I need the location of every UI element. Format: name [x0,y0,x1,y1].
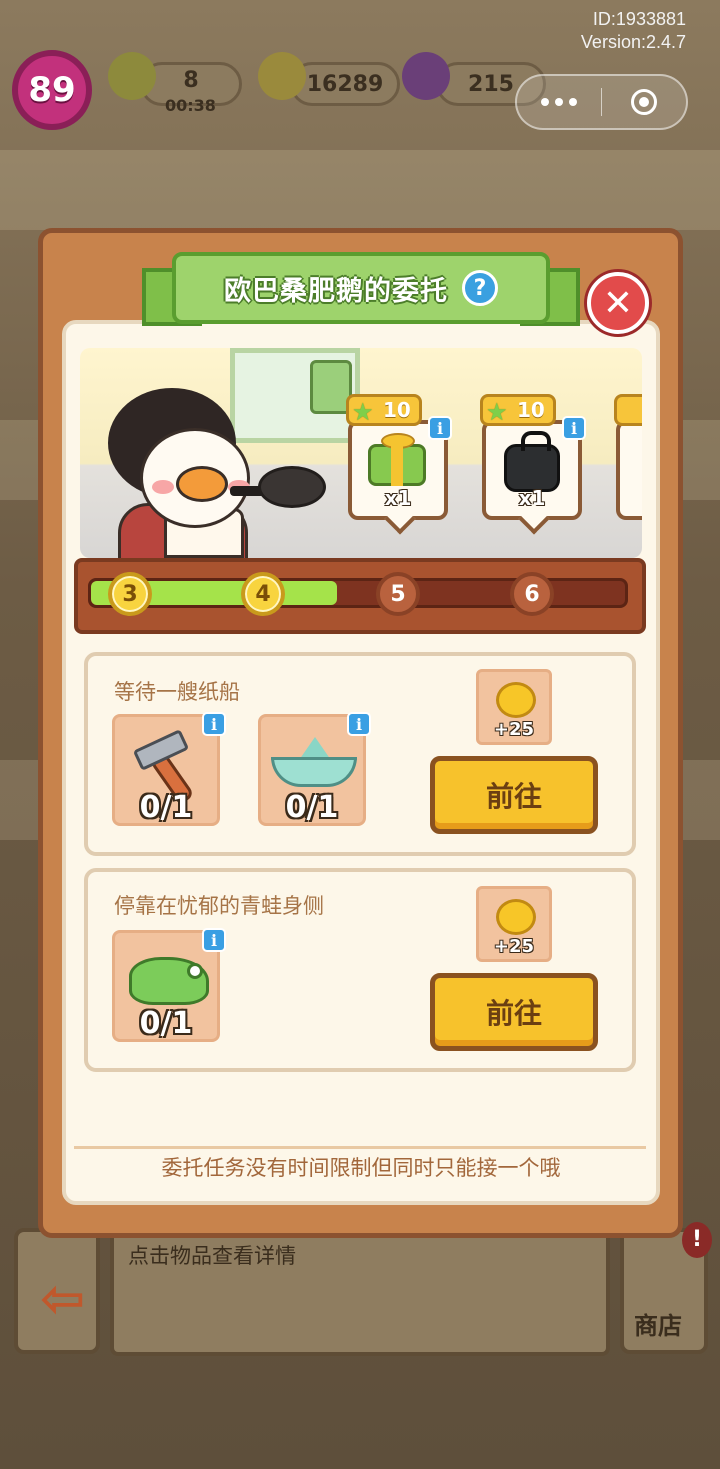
star-icon: ★ [486,398,508,426]
gem-value: 215 [468,71,514,97]
node-label: 4 [255,581,271,607]
item-count: 0/1 [139,1006,193,1041]
energy-timer: 00:38 [165,96,216,115]
help-icon[interactable]: ? [462,270,498,306]
dialog-title: 欧巴桑肥鹅的委托 [224,275,448,307]
reward-star-badge-partial [614,394,642,426]
reward-star-badge: ★ 10 [480,394,556,426]
gift-box-icon [368,433,426,486]
shop-alert-badge: ! [682,1222,712,1258]
player-id: ID:1933881 [592,9,686,29]
reward-stars: 10 [383,398,411,422]
coin-reward: +25 [476,669,552,745]
node-label: 6 [524,581,540,607]
progress-node: 3 [108,572,152,616]
info-icon[interactable]: i [562,416,586,440]
footer-divider [74,1146,646,1149]
close-glyph: ✕ [602,282,634,324]
coin-icon [496,899,536,935]
item-count: 0/1 [285,790,339,825]
gem-icon [402,52,450,100]
target-ring-icon[interactable] [602,76,686,128]
progress-node: 5 [376,572,420,616]
goose-beak [176,466,228,502]
go-button[interactable]: 前往 [430,973,598,1051]
footer-note: 委托任务没有时间限制但同时只能接一个哦 [161,1156,561,1180]
info-icon[interactable]: i [428,416,452,440]
progress-node: 4 [241,572,285,616]
coin-reward-amount: +25 [493,719,535,740]
coin-counter[interactable]: 16289 [290,62,400,106]
handbag-icon [504,431,560,492]
info-icon[interactable]: i [347,712,371,736]
frog-eye [187,963,203,979]
reward-star-badge: ★ 10 [346,394,422,426]
lightning-icon [108,52,156,100]
background-shelf [0,150,720,230]
help-glyph: ? [473,275,487,301]
paper-boat-icon [271,757,357,787]
top-hud: 89 8 00:38 16289 215 ID:1933881 Version:… [0,0,720,140]
reward-card-partial [616,420,642,520]
version-label: Version:2.4.7 [580,32,686,52]
player-level: 89 [28,70,76,110]
node-label: 5 [390,581,406,607]
miniprogram-capsule [515,74,688,130]
item-hint-text: 点击物品查看详情 [128,1244,296,1268]
build-info: ID:1933881 Version:2.4.7 [581,8,686,54]
info-icon[interactable]: i [202,928,226,952]
exit-button[interactable]: ⇦ [14,1228,100,1354]
coin-reward: +25 [476,886,552,962]
coin-value: 16289 [306,71,384,97]
node-label: 3 [122,581,138,607]
close-icon[interactable]: ✕ [587,272,649,334]
coin-icon [496,682,536,718]
more-dots-icon[interactable] [517,76,601,128]
player-level-badge[interactable]: 89 [12,50,92,130]
reward-stars: 10 [517,398,545,422]
progress-node: 6 [510,572,554,616]
task-title: 停靠在忧郁的青蛙身侧 [114,894,324,918]
star-icon: ★ [352,398,374,426]
shop-label: 商店 [634,1312,682,1340]
exit-arrow-icon: ⇦ [40,1267,86,1330]
item-count: 0/1 [139,790,193,825]
info-icon[interactable]: i [202,712,226,736]
coin-reward-amount: +25 [493,936,535,957]
dialog-title-banner: 欧巴桑肥鹅的委托 ? [172,252,550,324]
item-hint-panel: 点击物品查看详情 [110,1228,610,1356]
frying-pan-icon [258,466,326,508]
coin-icon [258,52,306,100]
go-button-label: 前往 [485,780,542,813]
goose-cheek [152,480,174,494]
go-button[interactable]: 前往 [430,756,598,834]
task-title: 等待一艘纸船 [114,680,240,704]
go-button-label: 前往 [485,997,542,1030]
energy-value: 8 [183,67,199,93]
